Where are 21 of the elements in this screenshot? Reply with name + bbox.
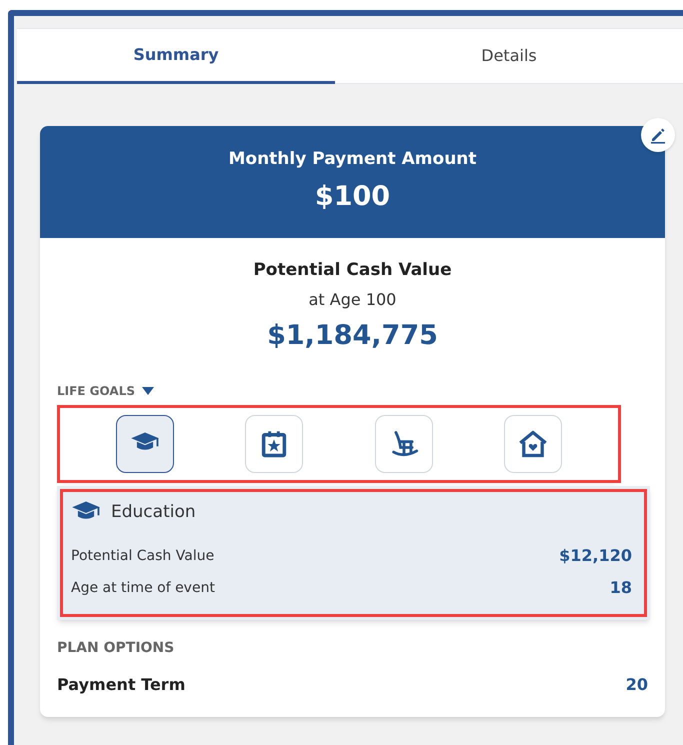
pencil-icon <box>649 126 667 144</box>
tab[interactable]: Details <box>335 29 683 84</box>
option-label: Payment Term <box>57 674 186 696</box>
house-heart-icon <box>518 429 548 459</box>
detail-value: $12,120 <box>559 545 632 567</box>
plan-options-label: PLAN OPTIONS <box>57 639 176 658</box>
life-goals-toggle[interactable]: LIFE GOALS <box>57 382 155 400</box>
cash-value-subtitle: at Age 100 <box>308 288 396 310</box>
tab[interactable]: Summary <box>17 29 335 84</box>
detail-label: Age at time of event <box>71 578 215 598</box>
cash-value-title: Potential Cash Value <box>253 259 452 282</box>
edit-button[interactable] <box>641 118 675 152</box>
cash-value-amount: $1,184,775 <box>267 318 438 352</box>
life-goal-button[interactable] <box>116 415 174 473</box>
detail-value: 18 <box>610 577 632 599</box>
option-value: 20 <box>626 674 648 696</box>
payment-title: Monthly Payment Amount <box>228 148 477 171</box>
detail-label: Potential Cash Value <box>71 546 214 566</box>
goal-title: Education <box>111 501 196 524</box>
payment-amount: $100 <box>314 180 390 214</box>
caret-icon <box>141 386 155 396</box>
